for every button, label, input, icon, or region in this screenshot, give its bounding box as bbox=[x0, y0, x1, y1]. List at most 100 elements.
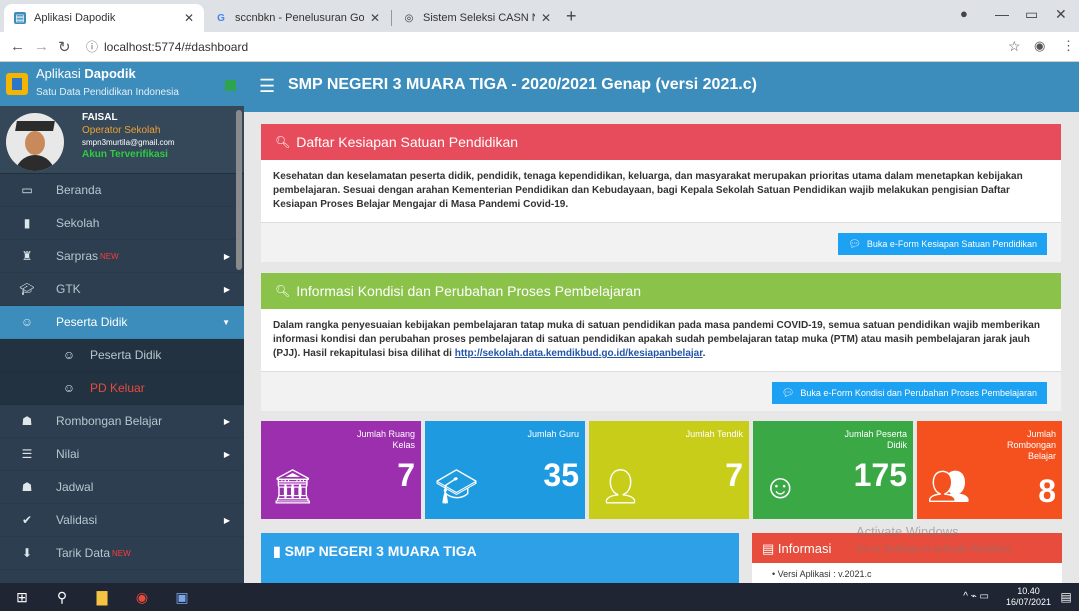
stat-label: Jumlah Peserta Didik bbox=[844, 429, 907, 450]
profile-icon[interactable]: ● bbox=[960, 6, 968, 21]
users-icon: 👥︎ bbox=[927, 468, 971, 506]
list-icon: ☰ bbox=[21, 447, 33, 461]
smile-icon: ☺ bbox=[20, 315, 34, 329]
stat-tile[interactable]: 🎓︎ Jumlah Guru 35 bbox=[425, 421, 585, 519]
close-icon[interactable]: ✕ bbox=[370, 11, 380, 25]
sidebar-scrollbar[interactable] bbox=[236, 110, 242, 270]
brand-subtitle: Satu Data Pendidikan Indonesia bbox=[36, 87, 179, 98]
close-icon[interactable]: ✕ bbox=[541, 11, 551, 25]
user-icon: 👤︎ bbox=[599, 468, 643, 506]
new-tab-button[interactable]: + bbox=[566, 6, 577, 27]
url-field[interactable]: ⓘ localhost:5774/#dashboard bbox=[86, 38, 248, 55]
kondisi-form-button[interactable]: 💬︎ Buka e-Form Kondisi dan Perubahan Pros… bbox=[771, 382, 1047, 404]
sidebar-subitem-pd-keluar[interactable]: ☺ PD Keluar bbox=[0, 372, 244, 405]
app-icon[interactable]: ▣ bbox=[172, 587, 192, 607]
close-icon[interactable]: ✕ bbox=[184, 11, 194, 25]
menu-icon[interactable]: ⋮ bbox=[1062, 38, 1075, 54]
clock[interactable]: 10.40 16/07/2021 bbox=[1006, 586, 1051, 608]
caret-right-icon: ▶ bbox=[223, 416, 230, 426]
kesiapan-box: 🔍︎ Daftar Kesiapan Satuan Pendidikan Kese… bbox=[261, 124, 1061, 262]
sidebar-item-jadwal[interactable]: ☗ Jadwal bbox=[0, 471, 244, 504]
system-tray[interactable]: ^ ⌁ ▭ bbox=[963, 591, 989, 602]
kesiapan-form-button[interactable]: 💬︎ Buka e-Form Kesiapan Satuan Pendidikan bbox=[838, 233, 1047, 255]
kesiapan-link[interactable]: http://sekolah.data.kemdikbud.go.id/kesi… bbox=[455, 348, 703, 359]
maximize-button[interactable]: ▭ bbox=[1025, 6, 1038, 23]
book-icon: ▮ bbox=[23, 216, 31, 230]
back-icon[interactable]: ← bbox=[10, 38, 25, 55]
sidebar-item-beranda[interactable]: ▭ Beranda bbox=[0, 174, 244, 207]
taskbar: ⊞ ⚲ ▇ ◉ ▣ ^ ⌁ ▭ 10.40 16/07/2021 ▤ bbox=[0, 583, 1079, 611]
reload-icon[interactable]: ↻ bbox=[58, 38, 71, 56]
sidebar-item-peserta-didik[interactable]: ☺ Peserta Didik ▼ bbox=[0, 306, 244, 339]
graduation-cap-icon: 🎓︎ bbox=[435, 468, 479, 506]
sidebar: Aplikasi Dapodik Satu Data Pendidikan In… bbox=[0, 62, 244, 583]
button-label: Buka e-Form Kesiapan Satuan Pendidikan bbox=[866, 239, 1037, 249]
sidebar-item-label: Sarpras bbox=[56, 249, 99, 263]
activate-windows-title: Activate Windows bbox=[856, 524, 959, 539]
kondisi-header: 🔍︎ Informasi Kondisi dan Perubahan Proses… bbox=[261, 273, 1061, 309]
stat-value: 35 bbox=[543, 457, 579, 493]
kesiapan-body: Kesehatan dan keselamatan peserta didik,… bbox=[273, 171, 1023, 210]
windows-start-icon[interactable]: ⊞ bbox=[12, 587, 32, 607]
search-icon[interactable]: ⚲ bbox=[52, 587, 72, 607]
users-icon: ☗ bbox=[21, 480, 33, 494]
kesiapan-title: Daftar Kesiapan Satuan Pendidikan bbox=[296, 134, 519, 150]
info-line-text: Versi Aplikasi : v.2021.c bbox=[777, 569, 872, 579]
check-icon: ✔ bbox=[21, 513, 33, 527]
page-title: SMP NEGERI 3 MUARA TIGA - 2020/2021 Gena… bbox=[288, 76, 757, 93]
caret-right-icon: ▶ bbox=[223, 515, 230, 525]
user-email: smpn3murtila@gmail.com bbox=[82, 138, 175, 147]
caret-right-icon: ▶ bbox=[223, 449, 230, 459]
forward-icon[interactable]: → bbox=[34, 38, 49, 55]
sidebar-menu: ▭ Beranda ▮ Sekolah ♜ Sarpras NEW ▶ 🎓︎ GTK ▶ ☺ P… bbox=[0, 174, 244, 570]
main-header: ☰ SMP NEGERI 3 MUARA TIGA - 2020/2021 Ge… bbox=[244, 62, 1079, 112]
browser-tab-google[interactable]: G sccnbkn - Penelusuran Google ✕ bbox=[205, 4, 390, 32]
sidebar-item-sekolah[interactable]: ▮ Sekolah bbox=[0, 207, 244, 240]
account-icon[interactable]: ◉ bbox=[1034, 38, 1045, 54]
sidebar-item-sarpras[interactable]: ♜ Sarpras NEW ▶ bbox=[0, 240, 244, 273]
file-explorer-icon[interactable]: ▇ bbox=[92, 587, 112, 607]
smile-icon: ☺ bbox=[763, 468, 798, 506]
notification-icon[interactable]: ▤ bbox=[1056, 587, 1076, 607]
stat-value: 8 bbox=[1038, 473, 1056, 509]
stat-tile[interactable]: 🏛︎ Jumlah Ruang Kelas 7 bbox=[261, 421, 421, 519]
stat-tile[interactable]: ☺ Jumlah Peserta Didik 175 bbox=[753, 421, 913, 519]
user-name: FAISAL bbox=[82, 112, 118, 123]
stat-value: 7 bbox=[725, 457, 743, 493]
main-content: 🔍︎ Daftar Kesiapan Satuan Pendidikan Kese… bbox=[244, 112, 1079, 583]
book-icon: ▮ bbox=[273, 543, 285, 559]
clock-time: 10.40 bbox=[1017, 586, 1040, 596]
sidebar-item-gtk[interactable]: 🎓︎ GTK ▶ bbox=[0, 273, 244, 306]
user-panel: FAISAL Operator Sekolah smpn3murtila@gma… bbox=[0, 106, 244, 174]
sidebar-subitem-peserta-didik[interactable]: ☺ Peserta Didik bbox=[0, 339, 244, 372]
caret-right-icon: ▶ bbox=[223, 251, 230, 261]
sidebar-item-validasi[interactable]: ✔ Validasi ▶ bbox=[0, 504, 244, 537]
tab-title: sccnbkn - Penelusuran Google bbox=[235, 12, 364, 24]
stat-label: Jumlah Tendik bbox=[685, 429, 743, 439]
smile-icon: ☺ bbox=[62, 381, 76, 395]
browser-tab-dapodik[interactable]: ▤ Aplikasi Dapodik ✕ bbox=[4, 4, 204, 32]
window-close-button[interactable]: ✕ bbox=[1055, 6, 1067, 23]
stat-label: Jumlah Ruang Kelas bbox=[356, 429, 415, 450]
school-panel: ▮ SMP NEGERI 3 MUARA TIGA bbox=[261, 533, 739, 583]
browser-tab-casn[interactable]: ◎ Sistem Seleksi CASN Nasional ✕ bbox=[393, 4, 561, 32]
sidebar-item-nilai[interactable]: ☰ Nilai ▶ bbox=[0, 438, 244, 471]
sidebar-item-label: Tarik Data bbox=[56, 546, 111, 560]
kondisi-footer: 💬︎ Buka e-Form Kondisi dan Perubahan Pros… bbox=[261, 371, 1061, 411]
dapodik-logo bbox=[6, 73, 28, 95]
sidebar-item-tarik-data[interactable]: ⬇ Tarik Data NEW bbox=[0, 537, 244, 570]
info-title: Informasi bbox=[777, 541, 832, 556]
caret-right-icon: ▶ bbox=[223, 284, 230, 294]
minimize-button[interactable]: — bbox=[995, 6, 1009, 22]
sidebar-item-rombongan-belajar[interactable]: ☗ Rombongan Belajar ▶ bbox=[0, 405, 244, 438]
school-name: SMP NEGERI 3 MUARA TIGA bbox=[284, 543, 477, 559]
kondisi-body: Dalam rangka penyesuaian kebijakan pembe… bbox=[273, 320, 1040, 359]
star-icon[interactable]: ☆ bbox=[1008, 38, 1021, 55]
stat-tile[interactable]: 👤︎ Jumlah Tendik 7 bbox=[589, 421, 749, 519]
hamburger-icon[interactable]: ☰ bbox=[259, 76, 275, 97]
stat-tile[interactable]: 👥︎ Jumlah Rombongan Belajar 8 bbox=[917, 421, 1062, 519]
chrome-icon[interactable]: ◉ bbox=[132, 587, 152, 607]
tab-title: Aplikasi Dapodik bbox=[34, 12, 116, 24]
button-label: Buka e-Form Kondisi dan Perubahan Proses… bbox=[800, 388, 1037, 398]
address-bar: ← → ↻ ⓘ localhost:5774/#dashboard ☆ ◉ ⋮ bbox=[0, 32, 1079, 62]
